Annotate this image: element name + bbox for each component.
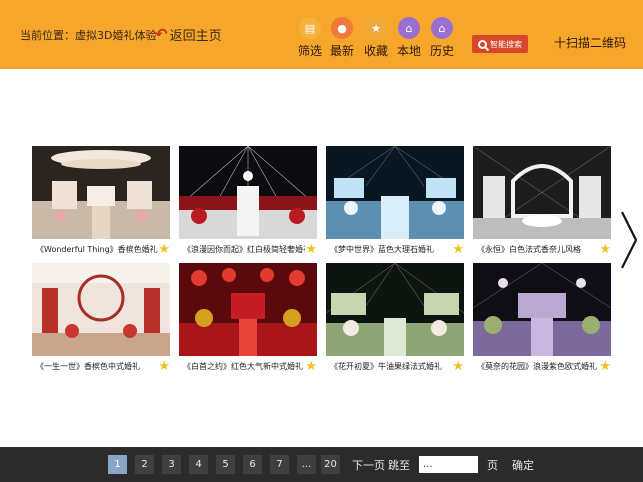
- wedding-card[interactable]: 《莫奈的花园》浪漫紫色欧式婚礼 ★: [473, 263, 611, 375]
- favorite-star-icon[interactable]: ★: [158, 360, 170, 373]
- page-ellipsis: ...: [297, 455, 316, 474]
- page-button-4[interactable]: 4: [189, 455, 208, 474]
- wedding-caption: 《浪漫因你而起》红白极简轻奢婚礼 ★: [179, 240, 317, 258]
- nav-filter-button[interactable]: ▤ 筛选: [296, 17, 324, 59]
- nav-history-button[interactable]: ⌂ 历史: [428, 17, 456, 59]
- page-unit-label: 页: [487, 459, 498, 472]
- star-icon: ★: [365, 17, 387, 39]
- wedding-thumbnail[interactable]: [179, 263, 317, 356]
- wedding-caption: 《Wonderful Thing》香槟色婚礼 ★: [32, 240, 170, 258]
- home-icon: ⌂: [431, 17, 453, 39]
- wedding-caption: 《花开初夏》牛油果绿法式婚礼 ★: [326, 357, 464, 375]
- wedding-title: 《浪漫因你而起》红白极简轻奢婚礼: [183, 244, 306, 254]
- header-bar: 当前位置：虚拟3D婚礼体验 ↶ 返回主页 ▤ 筛选 ● 最新 ★ 收藏 ⌂ 本地…: [0, 0, 643, 69]
- nav-favorites-label: 收藏: [363, 44, 388, 58]
- wedding-card[interactable]: 《白首之约》红色大气新中式婚礼 ★: [179, 263, 317, 375]
- wedding-caption: 《梦中世界》蓝色大理石婚礼 ★: [326, 240, 464, 258]
- wedding-caption: 《永恒》白色法式香奈儿风格 ★: [473, 240, 611, 258]
- wedding-card[interactable]: 《一生一世》香槟色中式婚礼 ★: [32, 263, 170, 375]
- nav-local-label: 本地: [396, 44, 421, 58]
- page-button-7[interactable]: 7: [270, 455, 289, 474]
- smart-search-label: 智能搜索: [490, 39, 522, 49]
- nav-favorites-button[interactable]: ★ 收藏: [362, 17, 390, 59]
- back-home-button[interactable]: ↶ 返回主页: [155, 25, 222, 45]
- wedding-caption: 《一生一世》香槟色中式婚礼 ★: [32, 357, 170, 375]
- page-button-1[interactable]: 1: [108, 455, 127, 474]
- wedding-thumbnail[interactable]: [473, 263, 611, 356]
- filter-icon: ▤: [299, 17, 321, 39]
- wedding-caption: 《白首之约》红色大气新中式婚礼 ★: [179, 357, 317, 375]
- wedding-title: 《Wonderful Thing》香槟色婚礼: [36, 244, 158, 254]
- wedding-title: 《白首之约》红色大气新中式婚礼: [183, 361, 303, 371]
- favorite-star-icon[interactable]: ★: [599, 243, 611, 256]
- favorite-star-icon[interactable]: ★: [158, 243, 170, 256]
- nav-latest-button[interactable]: ● 最新: [328, 17, 356, 59]
- chevron-right-icon[interactable]: [619, 210, 639, 270]
- page-button-2[interactable]: 2: [135, 455, 154, 474]
- wedding-thumbnail[interactable]: [32, 146, 170, 239]
- wedding-caption: 《莫奈的花园》浪漫紫色欧式婚礼 ★: [473, 357, 611, 375]
- back-home-label: 返回主页: [169, 29, 222, 44]
- wedding-title: 《永恒》白色法式香奈儿风格: [477, 244, 581, 254]
- jump-page-input[interactable]: [419, 456, 478, 473]
- smart-search-button[interactable]: 智能搜索: [472, 35, 528, 53]
- nav-latest-label: 最新: [329, 44, 354, 58]
- nav-history-label: 历史: [429, 44, 454, 58]
- favorite-star-icon[interactable]: ★: [599, 360, 611, 373]
- scan-qr-link[interactable]: 十扫描二维码: [554, 34, 626, 51]
- wedding-title: 《花开初夏》牛油果绿法式婚礼: [330, 361, 442, 371]
- wedding-thumbnail[interactable]: [473, 146, 611, 239]
- page-button-5[interactable]: 5: [216, 455, 235, 474]
- favorite-star-icon[interactable]: ★: [305, 360, 317, 373]
- wedding-card[interactable]: 《浪漫因你而起》红白极简轻奢婚礼 ★: [179, 146, 317, 258]
- wedding-title: 《一生一世》香槟色中式婚礼: [36, 361, 140, 371]
- wedding-card[interactable]: 《Wonderful Thing》香槟色婚礼 ★: [32, 146, 170, 258]
- page-button-20[interactable]: 20: [321, 455, 340, 474]
- pagination-bar: 1 2 3 4 5 6 7 ... 20 下一页 跳至 页 确定: [0, 447, 643, 482]
- nav-local-button[interactable]: ⌂ 本地: [395, 17, 423, 59]
- back-arrow-icon: ↶: [155, 25, 168, 43]
- page-button-3[interactable]: 3: [162, 455, 181, 474]
- wedding-thumbnail[interactable]: [326, 146, 464, 239]
- wedding-title: 《梦中世界》蓝色大理石婚礼: [330, 244, 434, 254]
- favorite-star-icon[interactable]: ★: [305, 243, 317, 256]
- confirm-button[interactable]: 确定: [512, 457, 534, 473]
- next-page-link[interactable]: 下一页: [352, 457, 385, 473]
- page-button-6[interactable]: 6: [243, 455, 262, 474]
- wedding-thumbnail[interactable]: [326, 263, 464, 356]
- home-icon: ⌂: [398, 17, 420, 39]
- wedding-card[interactable]: 《永恒》白色法式香奈儿风格 ★: [473, 146, 611, 258]
- wedding-thumbnail[interactable]: [32, 263, 170, 356]
- wedding-thumbnail[interactable]: [179, 146, 317, 239]
- wedding-card[interactable]: 《花开初夏》牛油果绿法式婚礼 ★: [326, 263, 464, 375]
- favorite-star-icon[interactable]: ★: [452, 243, 464, 256]
- wedding-title: 《莫奈的花园》浪漫紫色欧式婚礼: [477, 361, 597, 371]
- favorite-star-icon[interactable]: ★: [452, 360, 464, 373]
- wedding-card[interactable]: 《梦中世界》蓝色大理石婚礼 ★: [326, 146, 464, 258]
- breadcrumb: 当前位置：虚拟3D婚礼体验: [20, 29, 157, 42]
- search-icon: [478, 39, 487, 49]
- nav-filter-label: 筛选: [297, 44, 322, 58]
- flame-icon: ●: [331, 17, 353, 39]
- jump-to-label: 跳至: [388, 459, 410, 472]
